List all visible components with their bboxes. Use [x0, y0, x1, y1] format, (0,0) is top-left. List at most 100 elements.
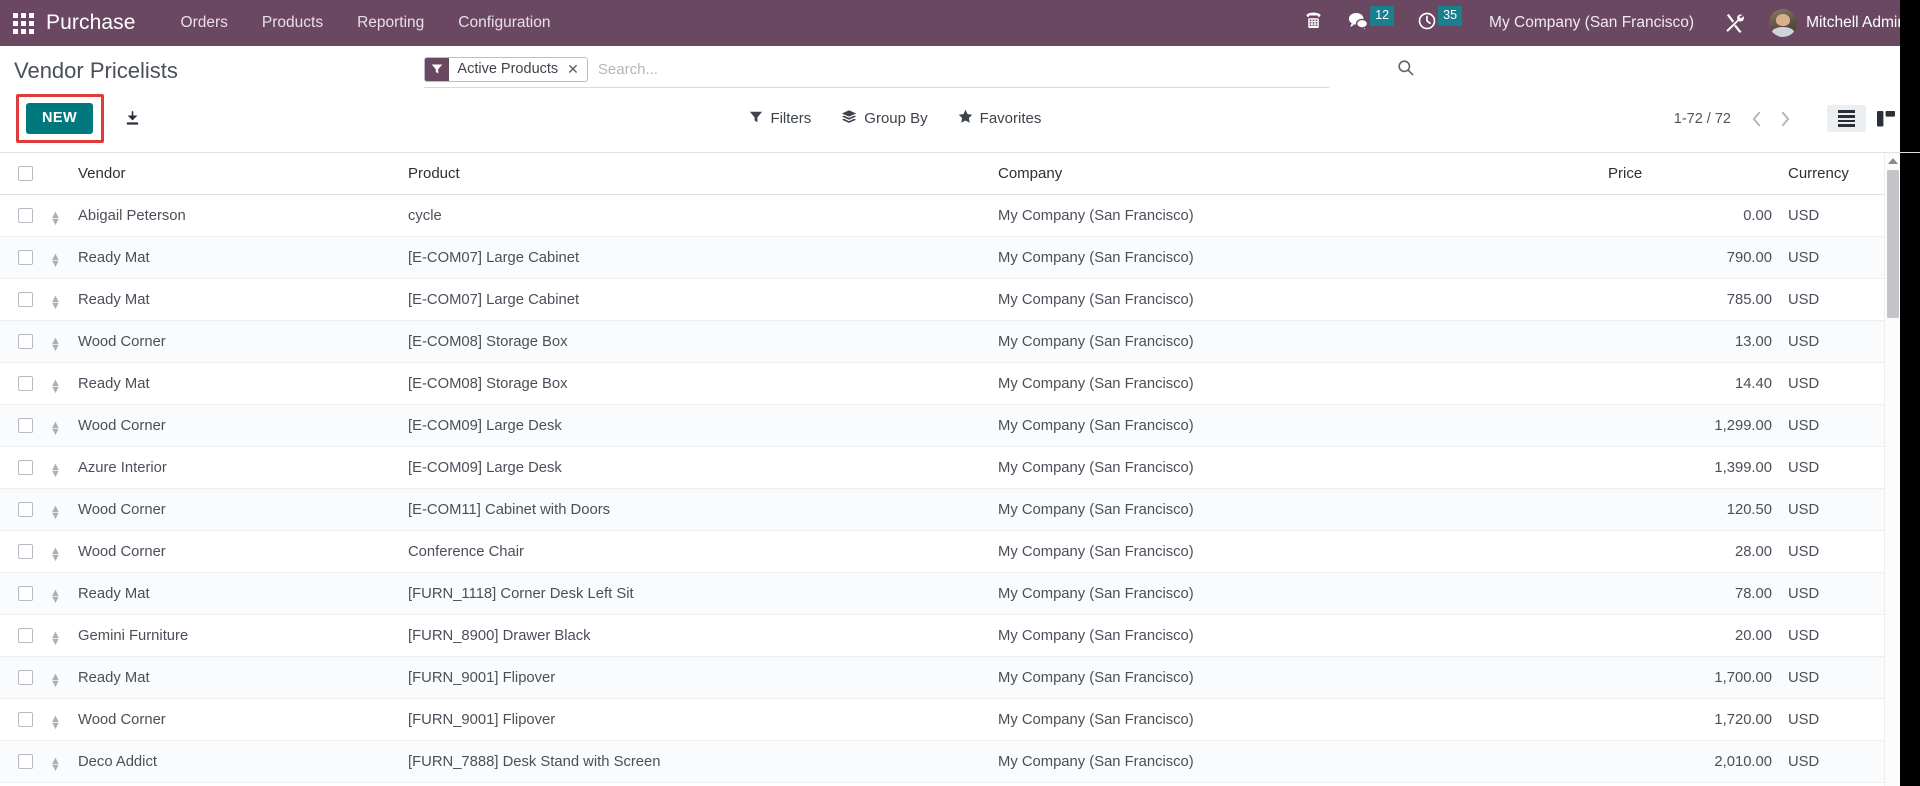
apps-grid-icon[interactable]	[10, 10, 36, 36]
checkbox-unchecked[interactable]	[18, 544, 33, 560]
cell-vendor[interactable]: Ready Mat	[70, 236, 400, 279]
cell-company[interactable]: My Company (San Francisco)	[990, 614, 1600, 657]
table-row[interactable]: ▲ ▼ Abigail Peterson cycle My Company (San F…	[0, 194, 1920, 237]
table-row[interactable]: ▲ ▼ Wood Corner [E-COM08] Storage Box My Com…	[0, 320, 1920, 363]
cell-product[interactable]: [FURN_7888] Desk Stand with Screen	[400, 740, 990, 783]
drag-handle-icon[interactable]: ▲ ▼	[50, 588, 61, 605]
checkbox-unchecked[interactable]	[18, 712, 33, 728]
drag-handle-icon[interactable]: ▲ ▼	[50, 294, 61, 311]
cell-vendor[interactable]: Wood Corner	[70, 488, 400, 531]
cell-price[interactable]: 790.00	[1600, 236, 1780, 279]
cell-company[interactable]: My Company (San Francisco)	[990, 404, 1600, 447]
cell-company[interactable]: My Company (San Francisco)	[990, 320, 1600, 363]
cell-company[interactable]: My Company (San Francisco)	[990, 488, 1600, 531]
voip-phone-button[interactable]	[1293, 0, 1334, 46]
checkbox-unchecked[interactable]	[18, 502, 33, 518]
drag-handle-icon[interactable]: ▲ ▼	[50, 672, 61, 689]
cell-product[interactable]: [FURN_1118] Corner Desk Left Sit	[400, 572, 990, 615]
wrench-hammer-icon[interactable]	[1709, 12, 1760, 35]
drag-handle-icon[interactable]: ▲ ▼	[50, 378, 61, 395]
cell-vendor[interactable]: Ready Mat	[70, 278, 400, 321]
cell-product[interactable]: [E-COM11] Cabinet with Doors	[400, 488, 990, 531]
checkbox-unchecked[interactable]	[18, 166, 33, 182]
company-switcher[interactable]: My Company (San Francisco)	[1475, 14, 1706, 32]
drag-handle-icon[interactable]: ▲ ▼	[50, 630, 61, 647]
checkbox-unchecked[interactable]	[18, 250, 33, 266]
header-vendor[interactable]: Vendor	[70, 153, 400, 195]
cell-company[interactable]: My Company (San Francisco)	[990, 530, 1600, 573]
cell-company[interactable]: My Company (San Francisco)	[990, 236, 1600, 279]
scrollbar-thumb[interactable]	[1887, 170, 1899, 318]
cell-product[interactable]: [E-COM09] Large Desk	[400, 446, 990, 489]
activities-button[interactable]: 35	[1407, 0, 1472, 46]
cell-company[interactable]: My Company (San Francisco)	[990, 278, 1600, 321]
cell-product[interactable]: [E-COM07] Large Cabinet	[400, 278, 990, 321]
cell-price[interactable]: 1,399.00	[1600, 446, 1780, 489]
checkbox-unchecked[interactable]	[18, 460, 33, 476]
search-magnifier-icon[interactable]	[1396, 58, 1415, 82]
cell-company[interactable]: My Company (San Francisco)	[990, 446, 1600, 489]
drag-handle-icon[interactable]: ▲ ▼	[50, 420, 61, 437]
cell-currency[interactable]: USD	[1780, 740, 1890, 783]
cell-price[interactable]: 28.00	[1600, 530, 1780, 573]
drag-handle-icon[interactable]: ▲ ▼	[50, 504, 61, 521]
drag-handle-icon[interactable]: ▲ ▼	[50, 756, 61, 773]
cell-vendor[interactable]: Abigail Peterson	[70, 194, 400, 237]
table-row[interactable]: ▲ ▼ Wood Corner [E-COM09] Large Desk My Comp…	[0, 404, 1920, 447]
table-row[interactable]: ▲ ▼ Wood Corner Conference Chair My Company …	[0, 530, 1920, 573]
drag-handle-icon[interactable]: ▲ ▼	[50, 210, 61, 227]
cell-price[interactable]: 13.00	[1600, 320, 1780, 363]
cell-product[interactable]: [E-COM08] Storage Box	[400, 362, 990, 405]
drag-handle-icon[interactable]: ▲ ▼	[50, 714, 61, 731]
cell-currency[interactable]: USD	[1780, 488, 1890, 531]
cell-price[interactable]: 1,720.00	[1600, 698, 1780, 741]
cell-company[interactable]: My Company (San Francisco)	[990, 740, 1600, 783]
cell-currency[interactable]: USD	[1780, 446, 1890, 489]
cell-price[interactable]: 120.50	[1600, 488, 1780, 531]
filters-dropdown[interactable]: Filters	[747, 107, 813, 131]
cell-product[interactable]: [E-COM08] Storage Box	[400, 320, 990, 363]
cell-price[interactable]: 2,010.00	[1600, 740, 1780, 783]
chevron-right-icon[interactable]	[1772, 109, 1799, 129]
table-row[interactable]: ▲ ▼ Deco Addict [FURN_7888] Desk Stand with…	[0, 740, 1920, 783]
table-row[interactable]: ▲ ▼ Ready Mat [FURN_1118] Corner Desk Left …	[0, 572, 1920, 615]
cell-product[interactable]: [E-COM07] Large Cabinet	[400, 236, 990, 279]
scroll-up-arrow-icon[interactable]	[1885, 153, 1901, 168]
search-box[interactable]: Active Products ✕	[424, 56, 1414, 88]
header-price[interactable]: Price	[1600, 153, 1780, 195]
group-by-dropdown[interactable]: Group By	[839, 106, 929, 131]
cell-vendor[interactable]: Wood Corner	[70, 698, 400, 741]
drag-handle-icon[interactable]: ▲ ▼	[50, 252, 61, 269]
cell-product[interactable]: [FURN_8900] Drawer Black	[400, 614, 990, 657]
cell-price[interactable]: 14.40	[1600, 362, 1780, 405]
cell-company[interactable]: My Company (San Francisco)	[990, 362, 1600, 405]
cell-company[interactable]: My Company (San Francisco)	[990, 698, 1600, 741]
cell-price[interactable]: 20.00	[1600, 614, 1780, 657]
cell-vendor[interactable]: Ready Mat	[70, 362, 400, 405]
cell-product[interactable]: Conference Chair	[400, 530, 990, 573]
table-row[interactable]: ▲ ▼ Wood Corner [FURN_9001] Flipover My Comp…	[0, 698, 1920, 741]
cell-vendor[interactable]: Ready Mat	[70, 656, 400, 699]
user-menu[interactable]: Mitchell Admin	[1763, 9, 1906, 37]
cell-price[interactable]: 78.00	[1600, 572, 1780, 615]
app-brand-purchase[interactable]: Purchase	[46, 11, 136, 35]
checkbox-unchecked[interactable]	[18, 586, 33, 602]
cell-company[interactable]: My Company (San Francisco)	[990, 572, 1600, 615]
cell-currency[interactable]: USD	[1780, 320, 1890, 363]
cell-product[interactable]: [E-COM09] Large Desk	[400, 404, 990, 447]
favorites-dropdown[interactable]: Favorites	[956, 106, 1044, 131]
cell-product[interactable]: [FURN_9001] Flipover	[400, 656, 990, 699]
cell-currency[interactable]: USD	[1780, 614, 1890, 657]
cell-currency[interactable]: USD	[1780, 236, 1890, 279]
search-input[interactable]	[597, 58, 1308, 80]
drag-handle-icon[interactable]: ▲ ▼	[50, 462, 61, 479]
checkbox-unchecked[interactable]	[18, 418, 33, 434]
table-row[interactable]: ▲ ▼ Ready Mat [E-COM07] Large Cabinet My Com…	[0, 278, 1920, 321]
header-product[interactable]: Product	[400, 153, 990, 195]
table-row[interactable]: ▲ ▼ Gemini Furniture [FURN_8900] Drawer Bla…	[0, 614, 1920, 657]
cell-currency[interactable]: USD	[1780, 362, 1890, 405]
header-company[interactable]: Company	[990, 153, 1600, 195]
cell-vendor[interactable]: Wood Corner	[70, 404, 400, 447]
cell-product[interactable]: [FURN_9001] Flipover	[400, 698, 990, 741]
table-row[interactable]: ▲ ▼ Ready Mat [E-COM07] Large Cabinet My Com…	[0, 236, 1920, 279]
